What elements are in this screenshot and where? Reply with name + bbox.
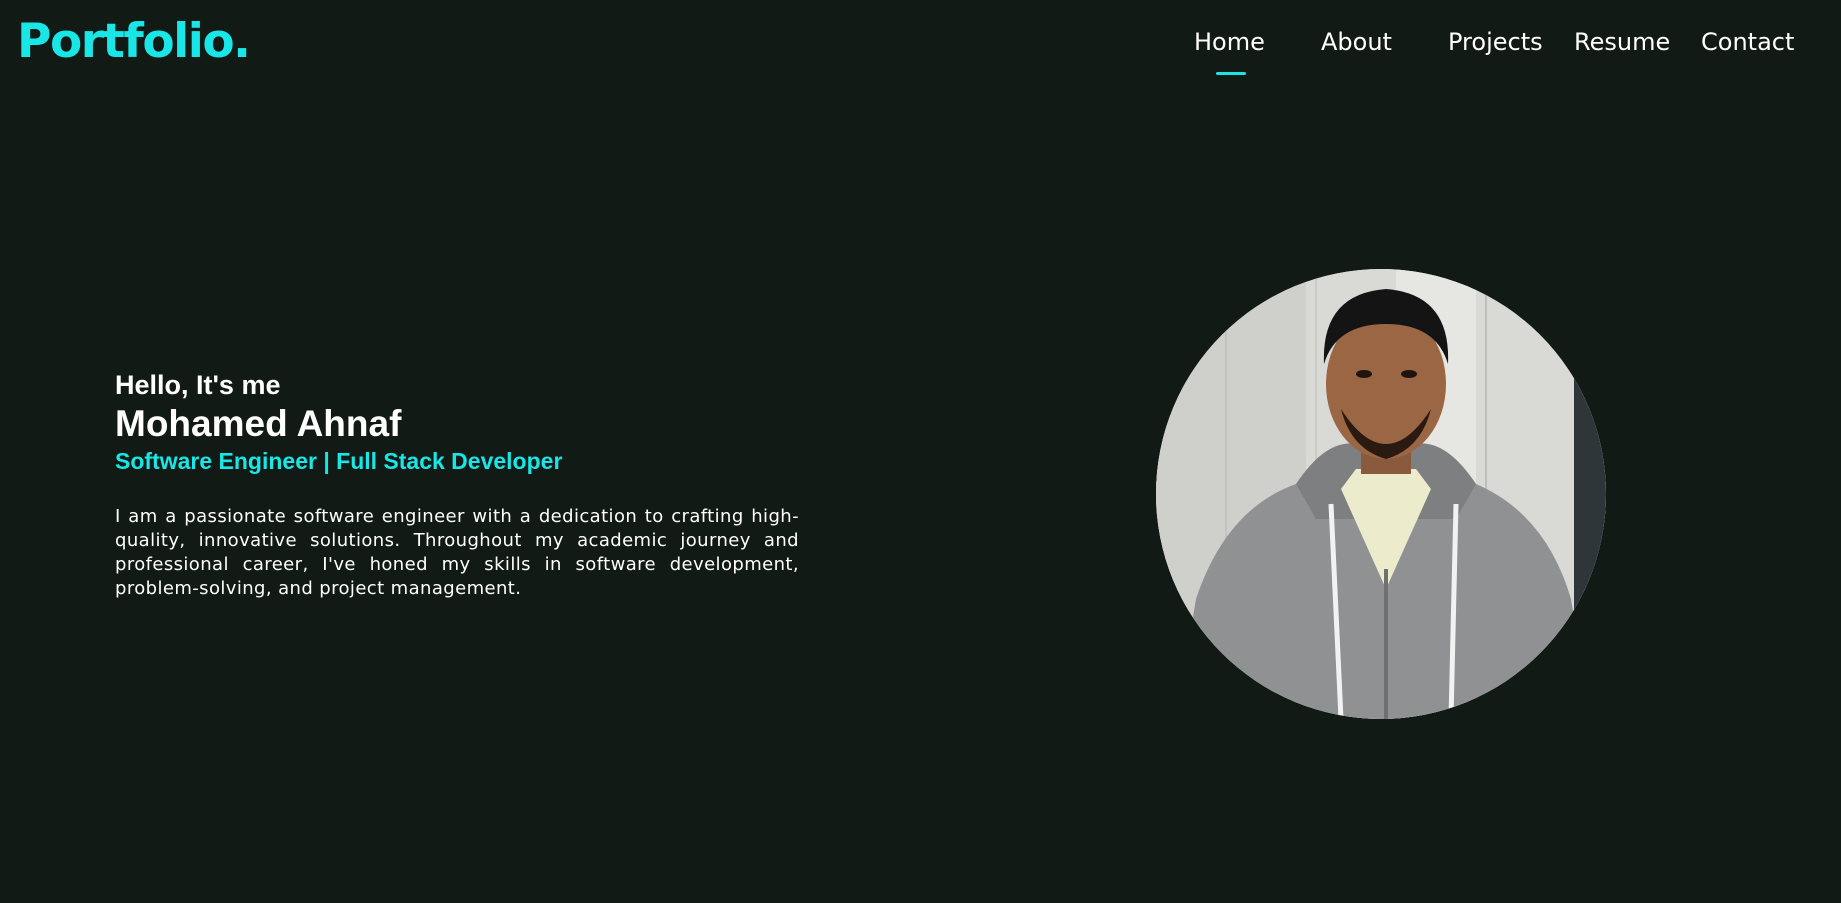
nav-contact-link[interactable]: Contact [1701, 24, 1794, 60]
hero-intro: Hello, It's me Mohamed Ahnaf Software En… [115, 368, 799, 619]
active-nav-indicator [1216, 72, 1246, 75]
hero-greeting: Hello, It's me [115, 370, 281, 400]
profile-photo-illustration [1156, 269, 1606, 719]
profile-photo [1156, 269, 1606, 719]
nav-resume-link[interactable]: Resume [1574, 24, 1670, 60]
hero-role: Software Engineer | Full Stack Developer [115, 448, 563, 474]
site-logo[interactable]: Portfolio. [17, 14, 251, 70]
hero-bio: I am a passionate software engineer with… [115, 506, 799, 599]
nav-home-link[interactable]: Home [1194, 24, 1265, 60]
nav-projects-link[interactable]: Projects [1448, 24, 1543, 60]
nav-about-link[interactable]: About [1321, 24, 1392, 60]
site-header: Portfolio. Home About Projects Resume Co… [0, 0, 1841, 90]
hero-name: Mohamed Ahnaf [115, 403, 402, 444]
